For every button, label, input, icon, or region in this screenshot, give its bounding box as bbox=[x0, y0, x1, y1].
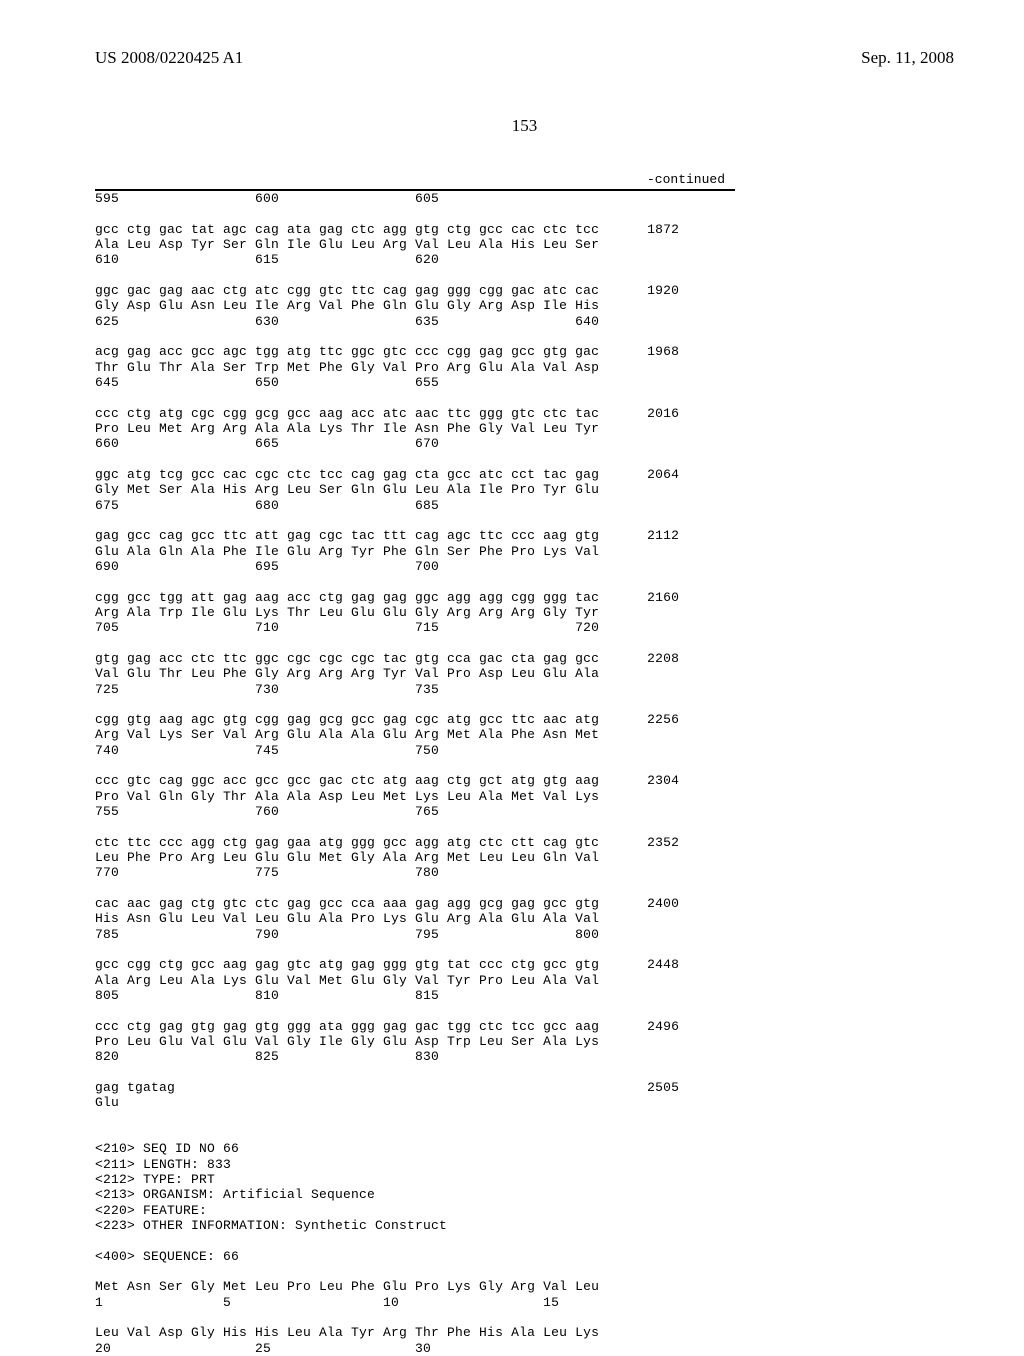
page-header: US 2008/0220425 A1 Sep. 11, 2008 bbox=[95, 48, 954, 68]
page: US 2008/0220425 A1 Sep. 11, 2008 153 -co… bbox=[0, 0, 1024, 1320]
sequence-container: -continued 595 600 605 gcc ctg gac tat a… bbox=[95, 172, 735, 1356]
sequence-listing: 595 600 605 gcc ctg gac tat agc cag ata … bbox=[95, 191, 735, 1356]
continued-label: -continued bbox=[95, 172, 735, 187]
page-number: 153 bbox=[95, 116, 954, 136]
publication-date: Sep. 11, 2008 bbox=[861, 48, 954, 68]
publication-number: US 2008/0220425 A1 bbox=[95, 48, 243, 68]
